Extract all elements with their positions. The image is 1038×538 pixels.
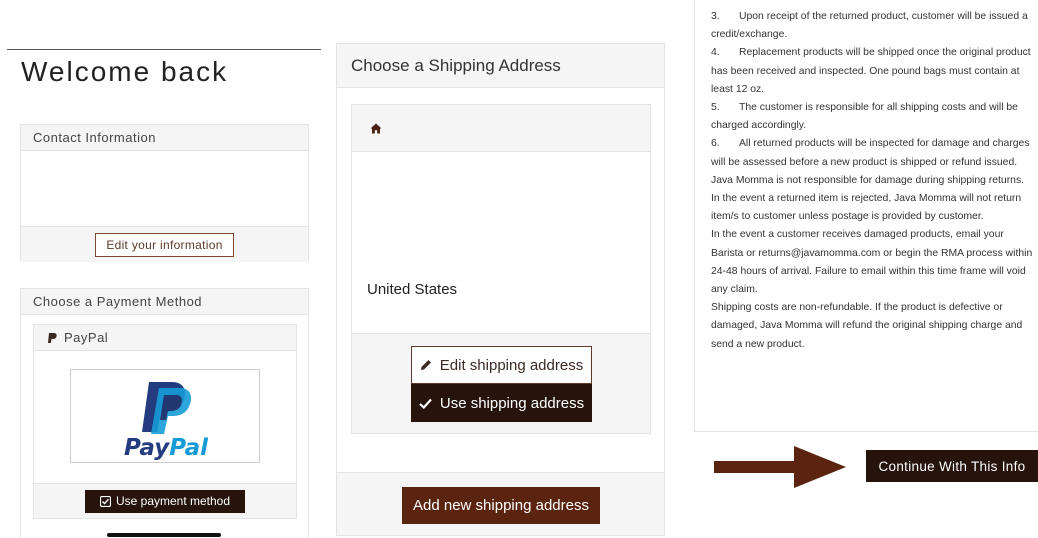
policy-item: 3. Upon receipt of the returned product, … <box>711 8 1033 44</box>
payment-method-panel: Choose a Payment Method PayPal PayPal Us… <box>20 288 309 538</box>
address-card-header <box>352 105 650 152</box>
payment-method-heading: Choose a Payment Method <box>21 289 308 315</box>
use-shipping-address-label: Use shipping address <box>439 394 585 412</box>
return-policy-panel: 3. Upon receipt of the returned product, … <box>694 0 1038 432</box>
paypal-logo-mark <box>142 382 192 434</box>
address-country: United States <box>367 281 458 298</box>
shipping-address-footer: Add new shipping address <box>337 472 664 535</box>
pencil-icon <box>420 360 431 370</box>
policy-item: 5. The customer is responsible for all sh… <box>711 99 1033 135</box>
policy-item-text: Upon receipt of the returned product, cu… <box>711 11 1028 41</box>
edit-information-button[interactable]: Edit your information <box>95 232 234 257</box>
paypal-option-footer: Use payment method <box>34 483 296 518</box>
policy-item: 6. All returned products will be inspecte… <box>711 135 1033 171</box>
return-policy-text: 3. Upon receipt of the returned product, … <box>711 8 1033 354</box>
policy-item-number: 3. <box>711 11 720 22</box>
home-icon <box>370 123 382 133</box>
shipping-address-heading: Choose a Shipping Address <box>337 44 664 88</box>
page-title: Welcome back <box>21 56 229 87</box>
use-payment-method-label: Use payment method <box>115 494 231 508</box>
policy-item-number: 6. <box>711 138 720 150</box>
paypal-icon <box>48 332 57 343</box>
home-indicator <box>107 533 221 537</box>
policy-item-number: 4. <box>711 47 720 59</box>
policy-paragraph: Shipping costs are non-refundable. If th… <box>711 302 1023 350</box>
arrow-right-icon <box>714 446 846 488</box>
divider <box>7 49 321 50</box>
policy-item-text: All returned products will be inspected … <box>711 138 1030 168</box>
check-icon <box>419 398 432 409</box>
contact-information-heading-text: Contact Information <box>33 130 156 145</box>
policy-item-text: The customer is responsible for all ship… <box>711 102 1018 132</box>
policy-paragraph: In the event a customer receives damaged… <box>711 229 1033 296</box>
paypal-wordmark-pay: Pay <box>124 435 170 461</box>
policy-item: 4. Replacement products will be shipped o… <box>711 44 1033 99</box>
paypal-option-header: PayPal <box>34 325 296 351</box>
edit-shipping-address-button[interactable]: Edit shipping address <box>411 346 592 384</box>
contact-information-panel: Contact Information Edit your informatio… <box>20 124 309 262</box>
policy-item-text: Replacement products will be shipped onc… <box>711 47 1031 95</box>
address-card: United States Edit shipping address Use … <box>351 104 651 434</box>
use-payment-method-button[interactable]: Use payment method <box>85 489 245 513</box>
payment-method-heading-text: Choose a Payment Method <box>33 294 203 309</box>
contact-information-footer: Edit your information <box>21 226 308 262</box>
policy-paragraph: Java Momma is not responsible for damage… <box>711 174 1025 223</box>
paypal-option-card[interactable]: PayPal PayPal Use payment method <box>33 324 297 519</box>
use-shipping-address-button[interactable]: Use shipping address <box>411 384 592 422</box>
add-shipping-address-button[interactable]: Add new shipping address <box>402 487 600 524</box>
paypal-logo: PayPal <box>70 369 260 463</box>
paypal-wordmark-pal: Pal <box>169 435 208 461</box>
check-square-icon <box>99 495 111 507</box>
continue-button[interactable]: Continue With This Info <box>866 450 1038 482</box>
contact-information-body <box>21 151 308 226</box>
paypal-option-label: PayPal <box>64 330 109 345</box>
shipping-address-panel: Choose a Shipping Address United States … <box>336 43 665 536</box>
edit-shipping-address-label: Edit shipping address <box>439 356 584 374</box>
paypal-wordmark: PayPal <box>71 436 261 460</box>
contact-information-heading: Contact Information <box>21 125 308 151</box>
shipping-address-heading-text: Choose a Shipping Address <box>351 55 561 75</box>
address-card-footer: Edit shipping address Use shipping addre… <box>352 333 650 433</box>
policy-item-number: 5. <box>711 102 720 114</box>
